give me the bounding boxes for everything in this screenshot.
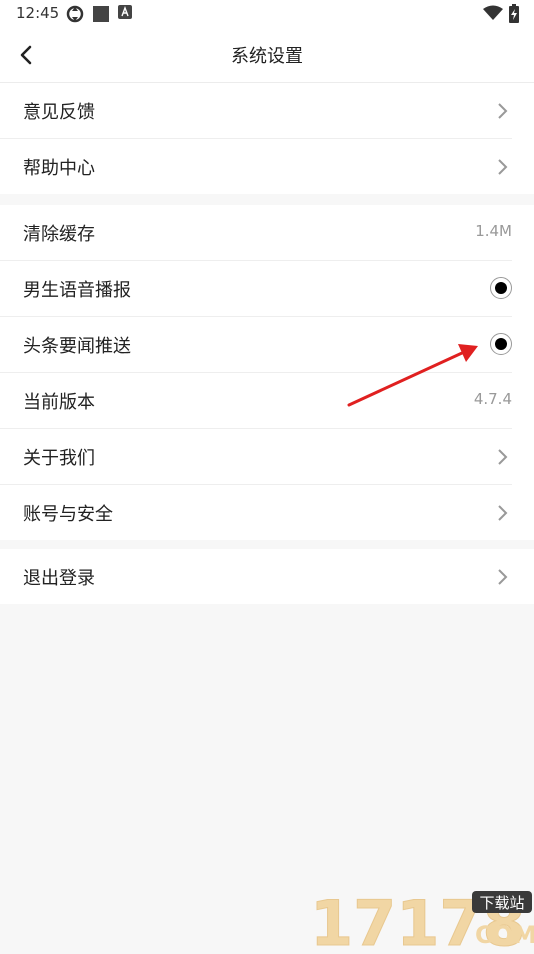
watermark-logo: 17178 下载站 COM: [310, 885, 534, 954]
square-icon: [93, 6, 109, 22]
radio-selected-dot: [495, 338, 507, 350]
settings-group-logout: 退出登录: [0, 549, 534, 604]
sync-icon: [66, 5, 84, 23]
navigation-bar: 系统设置: [0, 28, 534, 83]
status-bar: 12:45: [0, 0, 534, 28]
annotation-arrow-icon: [347, 344, 478, 407]
chevron-right-icon: [498, 449, 508, 465]
row-male-voice[interactable]: 男生语音播报: [0, 261, 512, 317]
row-label: 帮助中心: [23, 158, 95, 179]
page-title: 系统设置: [231, 46, 303, 67]
watermark-domain: COM: [475, 921, 534, 949]
male-voice-radio[interactable]: [490, 277, 512, 299]
settings-group-feedback: 意见反馈 帮助中心: [0, 83, 534, 194]
chevron-right-icon: [498, 103, 508, 119]
watermark-17178-logo: 17178 下载站 COM: [310, 887, 534, 954]
row-feedback[interactable]: 意见反馈: [0, 83, 512, 139]
row-about-us[interactable]: 关于我们: [0, 429, 512, 485]
headline-push-radio[interactable]: [490, 333, 512, 355]
radio-selected-dot: [495, 282, 507, 294]
wifi-icon: [483, 5, 503, 20]
row-label: 头条要闻推送: [23, 336, 131, 357]
row-label: 意见反馈: [23, 102, 95, 123]
status-time: 12:45: [16, 4, 60, 22]
font-a-icon: [118, 5, 132, 19]
watermark-tag: 下载站: [479, 894, 524, 912]
row-label: 账号与安全: [23, 504, 113, 525]
row-help-center[interactable]: 帮助中心: [0, 139, 512, 194]
row-account-security[interactable]: 账号与安全: [0, 485, 512, 540]
row-label: 关于我们: [23, 448, 95, 469]
row-logout[interactable]: 退出登录: [0, 549, 512, 604]
chevron-right-icon: [498, 569, 508, 585]
cache-size-value: 1.4M: [475, 222, 512, 240]
chevron-right-icon: [498, 159, 508, 175]
row-label: 退出登录: [23, 568, 95, 589]
row-clear-cache[interactable]: 清除缓存 1.4M: [0, 205, 512, 261]
row-label: 男生语音播报: [23, 280, 131, 301]
row-label: 当前版本: [23, 392, 95, 413]
chevron-right-icon: [498, 505, 508, 521]
row-label: 清除缓存: [23, 224, 95, 245]
battery-charging-icon: [509, 4, 519, 23]
